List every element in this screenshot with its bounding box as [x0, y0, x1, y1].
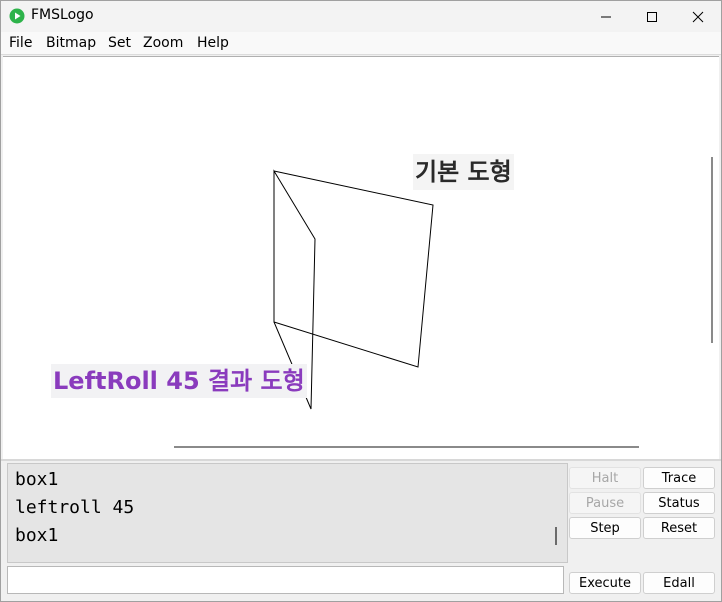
pause-button[interactable]: Pause [569, 492, 641, 514]
maximize-button[interactable] [629, 1, 675, 32]
history-line[interactable]: box1 [15, 525, 58, 546]
menu-bitmap[interactable]: Bitmap [46, 35, 96, 51]
menu-help[interactable]: Help [197, 35, 229, 51]
minimize-icon [601, 16, 611, 17]
basic-shape-outline [273, 170, 434, 368]
halt-button[interactable]: Halt [569, 467, 641, 489]
turtle-drawing [273, 169, 434, 410]
trace-button[interactable]: Trace [643, 467, 715, 489]
maximize-icon [647, 11, 657, 22]
menu-zoom[interactable]: Zoom [143, 35, 183, 51]
step-button[interactable]: Step [569, 517, 641, 539]
minimize-button[interactable] [583, 1, 629, 32]
drawing-canvas[interactable]: 기본 도형 LeftRoll 45 결과 도형 [3, 56, 719, 460]
vertical-scrollbar[interactable] [711, 157, 713, 343]
play-icon [9, 8, 25, 24]
command-input[interactable] [7, 566, 564, 594]
history-line[interactable]: leftroll 45 [15, 497, 134, 518]
basic-shape-label: 기본 도형 [413, 154, 514, 190]
window-title: FMSLogo [31, 7, 94, 23]
menu-set[interactable]: Set [108, 35, 131, 51]
command-history[interactable]: box1 leftroll 45 box1 [7, 463, 568, 563]
status-button[interactable]: Status [643, 492, 715, 514]
close-icon [692, 11, 704, 22]
menu-file[interactable]: File [9, 35, 32, 51]
fmslogo-window: FMSLogo File Bitmap Set Zoom Help 기본 도형 … [0, 0, 722, 602]
pane-splitter[interactable] [1, 459, 721, 461]
reset-button[interactable]: Reset [643, 517, 715, 539]
edall-button[interactable]: Edall [643, 572, 715, 594]
history-scrollbar[interactable] [555, 527, 557, 545]
close-button[interactable] [675, 1, 721, 32]
history-line[interactable]: box1 [15, 469, 58, 490]
leftroll-shape-label: LeftRoll 45 결과 도형 [51, 364, 307, 398]
menu-bar: File Bitmap Set Zoom Help [1, 32, 721, 55]
title-bar[interactable]: FMSLogo [1, 1, 721, 32]
execute-button[interactable]: Execute [569, 572, 641, 594]
horizontal-scrollbar[interactable] [174, 446, 639, 448]
